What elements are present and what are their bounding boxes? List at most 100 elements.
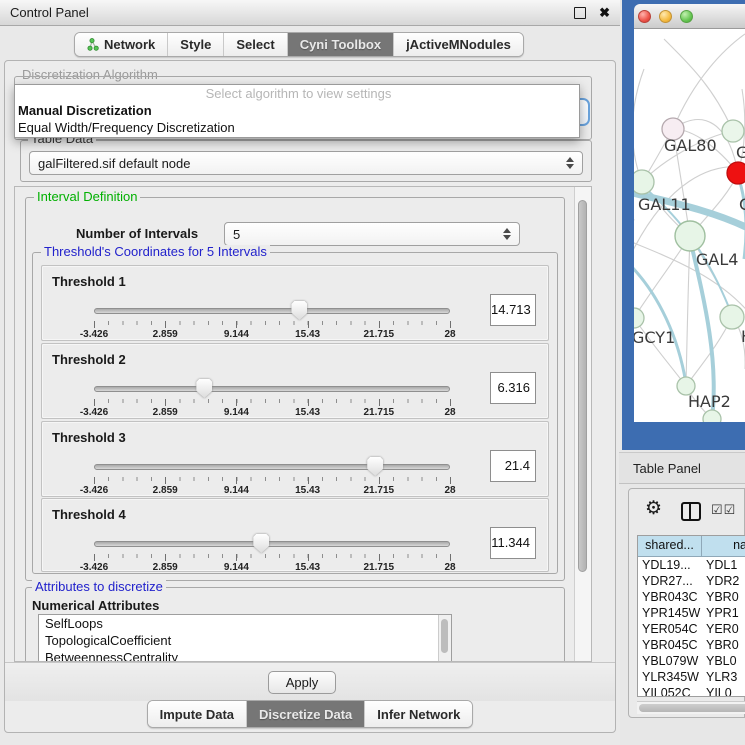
- cell-name[interactable]: YBR0: [702, 589, 745, 605]
- slider-track[interactable]: [94, 541, 450, 547]
- table-row[interactable]: YDL19...YDL1: [638, 557, 745, 573]
- cell-shared-name[interactable]: YIL052C: [638, 685, 702, 697]
- tick-label: 2.859: [153, 485, 178, 496]
- popup-option-equal-width-frequency[interactable]: Equal Width/Frequency Discretization: [15, 119, 579, 136]
- node-red-selected[interactable]: [727, 162, 745, 184]
- column-header-shared-name[interactable]: shared...: [638, 536, 702, 556]
- number-of-intervals-spinner[interactable]: 5: [224, 222, 520, 246]
- cell-name[interactable]: YDL1: [702, 557, 745, 573]
- close-traffic-light-icon[interactable]: [638, 10, 651, 23]
- node-gal4[interactable]: [675, 221, 705, 251]
- slider-minor-ticks: [94, 554, 450, 558]
- table-row[interactable]: YER054CYER0: [638, 621, 745, 637]
- threshold-2-value[interactable]: 6.316: [490, 372, 536, 404]
- tab-jactivemnodules[interactable]: jActiveMNodules: [393, 33, 523, 56]
- attribute-list-item[interactable]: BetweennessCentrality: [39, 649, 451, 662]
- popup-placeholder-option[interactable]: Select algorithm to view settings: [15, 85, 579, 102]
- tab-select[interactable]: Select: [223, 33, 286, 56]
- slider-track[interactable]: [94, 386, 450, 392]
- scrollbar-thumb[interactable]: [578, 200, 587, 572]
- cell-shared-name[interactable]: YPR145W: [638, 605, 702, 621]
- threshold-3-slider[interactable]: -3.4262.8599.14415.4321.71528: [94, 458, 450, 494]
- network-graph: GAL80 GA C GAL11 GAL4 GCY1 H HAP2: [634, 29, 745, 422]
- cell-name[interactable]: YLR3: [702, 669, 745, 685]
- tab-discretize-data[interactable]: Discretize Data: [246, 701, 364, 727]
- network-nodes[interactable]: [634, 118, 745, 422]
- major-tick: [308, 399, 309, 406]
- popup-option-manual-discretization[interactable]: Manual Discretization: [15, 102, 579, 119]
- scrollbar-thumb[interactable]: [441, 619, 448, 653]
- tab-label: Impute Data: [160, 707, 234, 722]
- network-view-window: GAL80 GA C GAL11 GAL4 GCY1 H HAP2: [622, 0, 745, 450]
- table-row[interactable]: YBR045CYBR0: [638, 637, 745, 653]
- cell-shared-name[interactable]: YBR045C: [638, 637, 702, 653]
- cell-shared-name[interactable]: YBL079W: [638, 653, 702, 669]
- threshold-4-slider[interactable]: -3.4262.8599.14415.4321.71528: [94, 535, 450, 571]
- control-panel-titlebar[interactable]: Control Panel ✖: [0, 0, 620, 26]
- node-gal11[interactable]: [634, 170, 654, 194]
- slider-track[interactable]: [94, 308, 450, 314]
- network-canvas[interactable]: GAL80 GA C GAL11 GAL4 GCY1 H HAP2: [634, 29, 745, 422]
- numerical-attributes-list[interactable]: SelfLoopsTopologicalCoefficientBetweenne…: [38, 614, 452, 662]
- threshold-1-slider[interactable]: -3.4262.8599.14415.4321.71528: [94, 302, 450, 338]
- cell-shared-name[interactable]: YDL19...: [638, 557, 702, 573]
- tab-impute-data[interactable]: Impute Data: [148, 701, 246, 727]
- apply-button[interactable]: Apply: [268, 671, 336, 694]
- node-gcy1[interactable]: [634, 308, 644, 328]
- cell-name[interactable]: YER0: [702, 621, 745, 637]
- table-row[interactable]: YBR043CYBR0: [638, 589, 745, 605]
- slider-track[interactable]: [94, 464, 450, 470]
- close-icon[interactable]: ✖: [599, 6, 610, 19]
- attributes-list-scrollbar[interactable]: [438, 615, 451, 662]
- float-window-icon[interactable]: [574, 7, 586, 19]
- threshold-1-value[interactable]: 14.713: [490, 294, 536, 326]
- cell-shared-name[interactable]: YER054C: [638, 621, 702, 637]
- slider-thumb[interactable]: [367, 457, 383, 476]
- column-header-name[interactable]: na: [702, 536, 745, 556]
- cell-name[interactable]: YBR0: [702, 637, 745, 653]
- threshold-3-value[interactable]: 21.4: [490, 450, 536, 482]
- cell-shared-name[interactable]: YDR27...: [638, 573, 702, 589]
- threshold-2-slider[interactable]: -3.4262.8599.14415.4321.71528: [94, 380, 450, 416]
- network-window-titlebar[interactable]: [634, 4, 745, 29]
- tick-label: 28: [444, 407, 455, 418]
- table-row[interactable]: YIL052CYIL0: [638, 685, 745, 697]
- gear-icon[interactable]: ⚙: [645, 499, 662, 518]
- tab-infer-network[interactable]: Infer Network: [364, 701, 472, 727]
- settings-vertical-scrollbar[interactable]: [574, 187, 591, 661]
- attribute-list-item[interactable]: TopologicalCoefficient: [39, 632, 451, 649]
- cell-name[interactable]: YIL0: [702, 685, 745, 697]
- table-horizontal-scrollbar[interactable]: [637, 701, 745, 714]
- table-row[interactable]: YDR27...YDR2: [638, 573, 745, 589]
- cell-shared-name[interactable]: YBR043C: [638, 589, 702, 605]
- slider-thumb[interactable]: [253, 534, 269, 553]
- scrollbar-thumb[interactable]: [639, 704, 745, 712]
- select-columns-checkboxes-icon[interactable]: ☑☑: [711, 502, 736, 518]
- tab-network[interactable]: Network: [75, 33, 167, 56]
- cell-shared-name[interactable]: YLR345W: [638, 669, 702, 685]
- node-attribute-table[interactable]: shared... na YDL19...YDL1YDR27...YDR2YBR…: [637, 535, 745, 697]
- slider-thumb[interactable]: [291, 301, 307, 320]
- zoom-traffic-light-icon[interactable]: [680, 10, 693, 23]
- table-row[interactable]: YBL079WYBL0: [638, 653, 745, 669]
- table-row[interactable]: YPR145WYPR1: [638, 605, 745, 621]
- node-partial[interactable]: [703, 410, 721, 422]
- slider-thumb[interactable]: [196, 379, 212, 398]
- cell-name[interactable]: YBL0: [702, 653, 745, 669]
- threshold-4-value[interactable]: 11.344: [490, 527, 536, 559]
- tick-label: -3.426: [80, 485, 108, 496]
- cell-name[interactable]: YPR1: [702, 605, 745, 621]
- major-tick: [165, 321, 166, 328]
- node-ga[interactable]: [722, 120, 744, 142]
- table-data-combobox[interactable]: galFiltered.sif default node: [29, 151, 583, 175]
- tab-cyni-toolbox[interactable]: Cyni Toolbox: [287, 33, 393, 56]
- cell-name[interactable]: YDR2: [702, 573, 745, 589]
- table-row[interactable]: YLR345WYLR3: [638, 669, 745, 685]
- column-layout-icon[interactable]: [681, 502, 701, 521]
- attribute-list-item[interactable]: SelfLoops: [39, 615, 451, 632]
- tab-style[interactable]: Style: [167, 33, 223, 56]
- node-h[interactable]: [720, 305, 744, 329]
- tick-label: -3.426: [80, 562, 108, 573]
- table-panel-titlebar[interactable]: Table Panel: [619, 452, 745, 484]
- minimize-traffic-light-icon[interactable]: [659, 10, 672, 23]
